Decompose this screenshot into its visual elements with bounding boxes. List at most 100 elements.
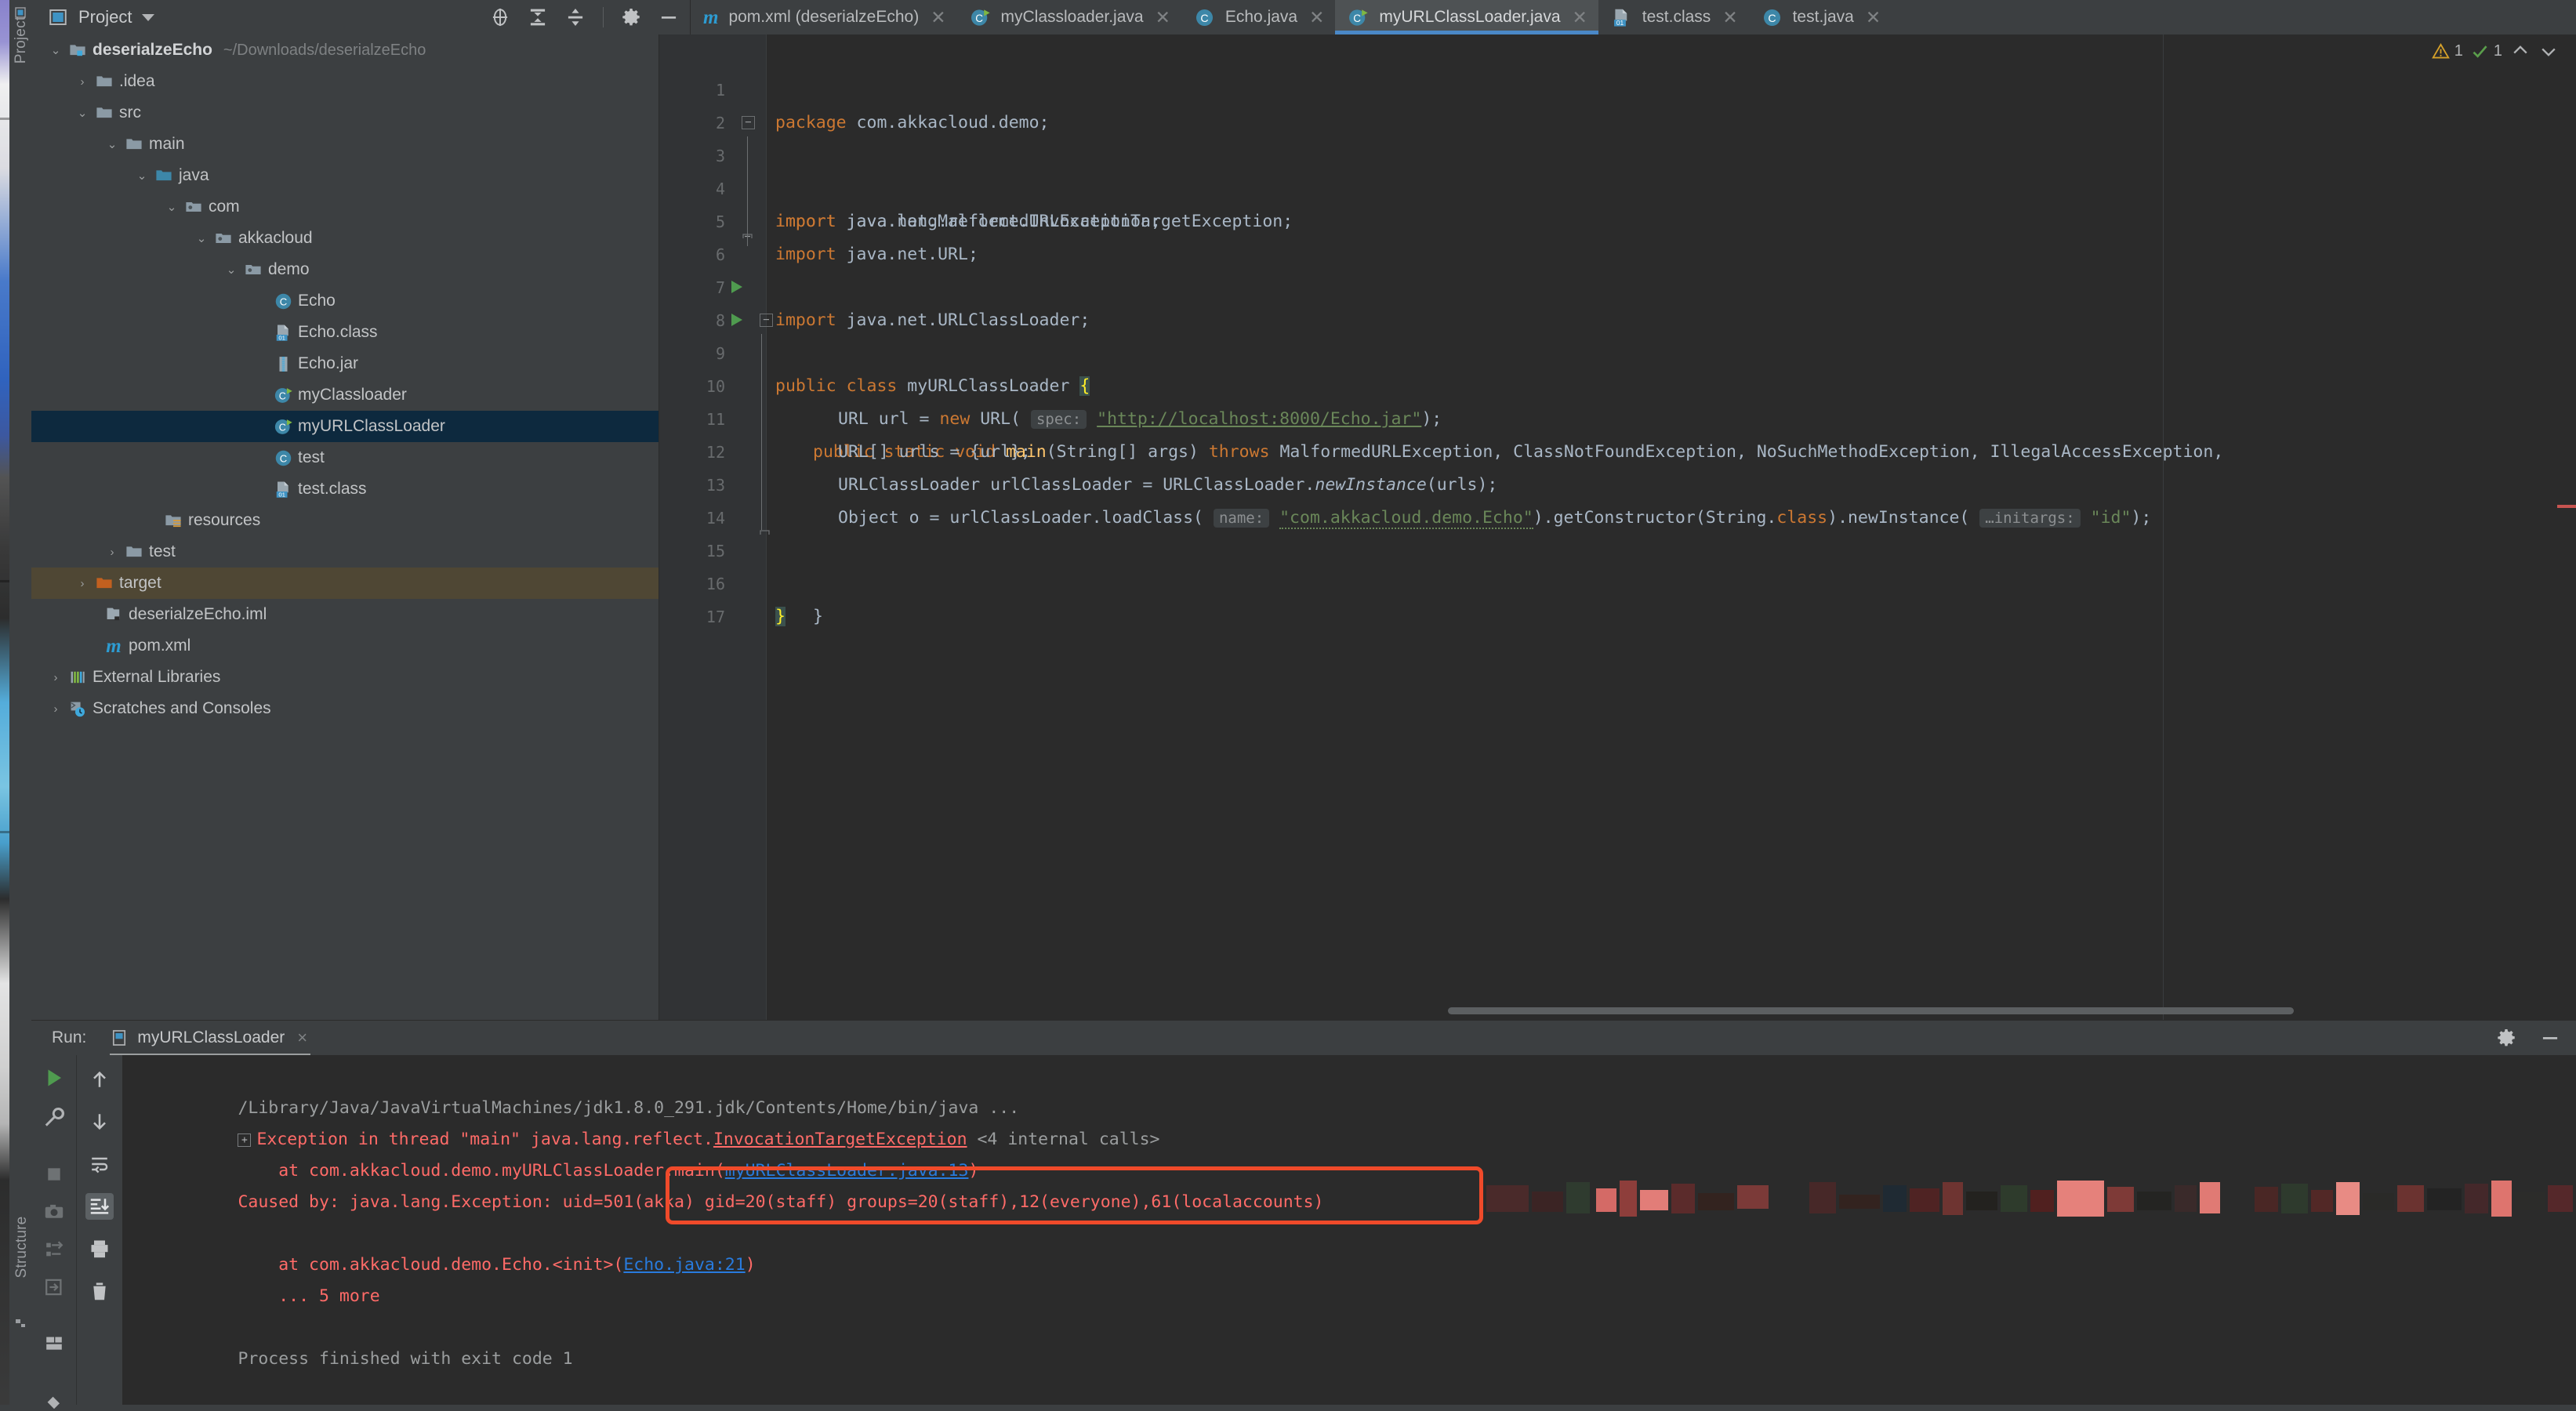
trash-icon[interactable] — [85, 1278, 114, 1304]
code-line[interactable]: 4 import java.net.MalformedURLException; — [659, 140, 2576, 231]
tree-row-myURLClassLoader[interactable]: C myURLClassLoader — [31, 411, 659, 442]
tool-window-structure[interactable]: Structure — [13, 1216, 31, 1279]
code-line[interactable]: 5 import java.net.URL; — [659, 172, 2576, 264]
fold-collapse-icon[interactable]: − — [742, 116, 755, 129]
tree-row-deserialzeEcho[interactable]: ⌄ deserialzeEcho ~/Downloads/deserialzeE… — [31, 34, 659, 66]
chevron-down-icon[interactable]: ⌄ — [45, 43, 66, 57]
expand-all-icon[interactable] — [528, 7, 548, 27]
soft-wrap-icon[interactable] — [85, 1151, 114, 1177]
editor-horizontal-scrollbar[interactable] — [1448, 1007, 2294, 1014]
tool-window-project[interactable]: Project — [13, 13, 30, 67]
gear-icon[interactable] — [621, 7, 641, 27]
expander-plus-icon[interactable]: + — [238, 1133, 252, 1147]
minimize-icon[interactable] — [659, 7, 679, 27]
warning-count[interactable]: 1 — [2431, 42, 2463, 60]
code-line[interactable]: 8 public class myURLClassLoader { — [659, 271, 2576, 396]
tree-row-target[interactable]: › target — [31, 568, 659, 599]
tree-row-Echo[interactable]: C Echo — [31, 285, 659, 317]
pin-icon[interactable] — [40, 1389, 68, 1411]
tree-row-test-folder[interactable]: › test — [31, 536, 659, 568]
editor-tab-pom-xml[interactable]: m pom.xml (deserialzeEcho) ✕ — [691, 0, 957, 34]
chevron-right-icon[interactable]: › — [102, 546, 122, 559]
rerun-icon[interactable] — [40, 1066, 68, 1090]
console-link[interactable]: InvocationTargetException — [713, 1130, 967, 1149]
code-editor[interactable]: 1 1 1 package com.akkacloud.demo; 2 3 − … — [659, 34, 2576, 1021]
tree-row-resources[interactable]: resources — [31, 505, 659, 536]
minimize-icon[interactable] — [2540, 1028, 2560, 1048]
stop-icon[interactable] — [40, 1163, 68, 1185]
code-line[interactable]: 16 } — [659, 535, 2576, 626]
tree-row-java[interactable]: ⌄ java — [31, 160, 659, 191]
camera-icon[interactable] — [40, 1201, 68, 1223]
chevron-right-icon[interactable]: › — [45, 702, 66, 716]
tree-row-demo[interactable]: ⌄ demo — [31, 254, 659, 285]
collapse-all-icon[interactable] — [565, 7, 586, 27]
error-stripe-marker[interactable] — [2557, 505, 2576, 508]
code-line[interactable]: 2 — [659, 74, 2576, 132]
chevron-down-icon[interactable]: ⌄ — [102, 137, 122, 151]
gear-icon[interactable] — [2496, 1028, 2516, 1048]
editor-tab-myurlclassloader[interactable]: C myURLClassLoader.java ✕ — [1335, 0, 1598, 34]
close-icon[interactable]: ✕ — [1866, 8, 1881, 27]
editor-tab-myclassloader[interactable]: C myClassloader.java ✕ — [957, 0, 1181, 34]
code-line[interactable]: 14 — [659, 469, 2576, 528]
fold-collapse-icon[interactable]: − — [760, 314, 773, 327]
print-icon[interactable] — [85, 1235, 114, 1262]
tree-row-pom-xml[interactable]: m pom.xml — [31, 630, 659, 662]
tree-row-test-class[interactable]: 01 test.class — [31, 473, 659, 505]
code-line[interactable]: 11 URL[] urls = {url}; — [659, 370, 2576, 462]
check-count[interactable]: 1 — [2471, 42, 2502, 60]
tree-row-com[interactable]: ⌄ com — [31, 191, 659, 223]
run-gutter-icon[interactable] — [731, 314, 742, 326]
chevron-down-icon[interactable] — [142, 13, 155, 21]
code-line[interactable]: 10 URL url = new URL( spec: "http://loca… — [659, 337, 2576, 429]
tree-row-src[interactable]: ⌄ src — [31, 97, 659, 129]
chevron-right-icon[interactable]: › — [45, 671, 66, 684]
tree-row-test[interactable]: C test — [31, 442, 659, 473]
down-arrow-icon[interactable] — [85, 1108, 114, 1135]
chevron-down-icon[interactable]: ⌄ — [191, 231, 212, 245]
code-line[interactable]: 12 URLClassLoader urlClassLoader = URLCl… — [659, 403, 2576, 495]
code-line[interactable]: 15 } — [659, 502, 2576, 626]
chevron-right-icon[interactable]: › — [72, 577, 93, 590]
run-gutter-icon[interactable] — [731, 281, 742, 293]
chevron-down-icon[interactable]: ⌄ — [72, 106, 93, 120]
chevron-down-icon[interactable] — [2538, 41, 2559, 61]
tree-row-idea[interactable]: › .idea — [31, 66, 659, 97]
up-arrow-icon[interactable] — [85, 1066, 114, 1093]
chevron-down-icon[interactable]: ⌄ — [161, 200, 182, 214]
close-icon[interactable]: × — [297, 1028, 307, 1048]
code-line[interactable]: 9 − public static void main(String[] arg… — [659, 304, 2576, 462]
close-icon[interactable]: ✕ — [1722, 8, 1737, 27]
tree-row-Echo-class[interactable]: 01 Echo.class — [31, 317, 659, 348]
layout-icon[interactable] — [40, 1333, 68, 1355]
code-line[interactable]: 17 — [659, 568, 2576, 626]
tree-row-akkacloud[interactable]: ⌄ akkacloud — [31, 223, 659, 254]
run-console-output[interactable]: /Library/Java/JavaVirtualMachines/jdk1.8… — [122, 1055, 2576, 1405]
tree-row-external-libraries[interactable]: › External Libraries — [31, 662, 659, 693]
code-line[interactable]: 7 — [659, 238, 2576, 297]
tree-row-Echo-jar[interactable]: Echo.jar — [31, 348, 659, 379]
close-icon[interactable]: ✕ — [931, 8, 945, 27]
chevron-down-icon[interactable]: ⌄ — [221, 263, 241, 277]
close-icon[interactable]: ✕ — [1156, 8, 1170, 27]
code-line[interactable]: 13 Object o = urlClassLoader.loadClass( … — [659, 436, 2576, 529]
inspections-widget[interactable]: 1 1 — [2431, 41, 2559, 61]
project-tree[interactable]: ⌄ deserialzeEcho ~/Downloads/deserialzeE… — [31, 34, 659, 1021]
console-line-stacktrace[interactable]: at com.akkacloud.demo.Echo.<init>(Echo.j… — [136, 1218, 2576, 1275]
tree-row-scratches-consoles[interactable]: › Scratches and Consoles — [31, 693, 659, 724]
code-lines[interactable]: 1 package com.akkacloud.demo; 2 3 − impo… — [659, 34, 2576, 1021]
code-line[interactable]: 3 − import java.lang.reflect.InvocationT… — [659, 107, 2576, 231]
close-icon[interactable]: ✕ — [1309, 8, 1324, 27]
locate-icon[interactable] — [490, 7, 510, 27]
editor-tab-echo-java[interactable]: C Echo.java ✕ — [1181, 0, 1336, 34]
code-line[interactable]: 6 import java.net.URLClassLoader; — [659, 205, 2576, 330]
console-link[interactable]: Echo.java:21 — [623, 1255, 745, 1275]
tree-row-iml[interactable]: deserialzeEcho.iml — [31, 599, 659, 630]
tree-row-main[interactable]: ⌄ main — [31, 129, 659, 160]
chevron-up-icon[interactable] — [2510, 41, 2531, 61]
chevron-right-icon[interactable]: › — [72, 75, 93, 89]
coverage-icon[interactable] — [40, 1239, 68, 1260]
tree-row-myClassloader[interactable]: C myClassloader — [31, 379, 659, 411]
run-configuration-tab[interactable]: myURLClassLoader × — [110, 1028, 311, 1057]
